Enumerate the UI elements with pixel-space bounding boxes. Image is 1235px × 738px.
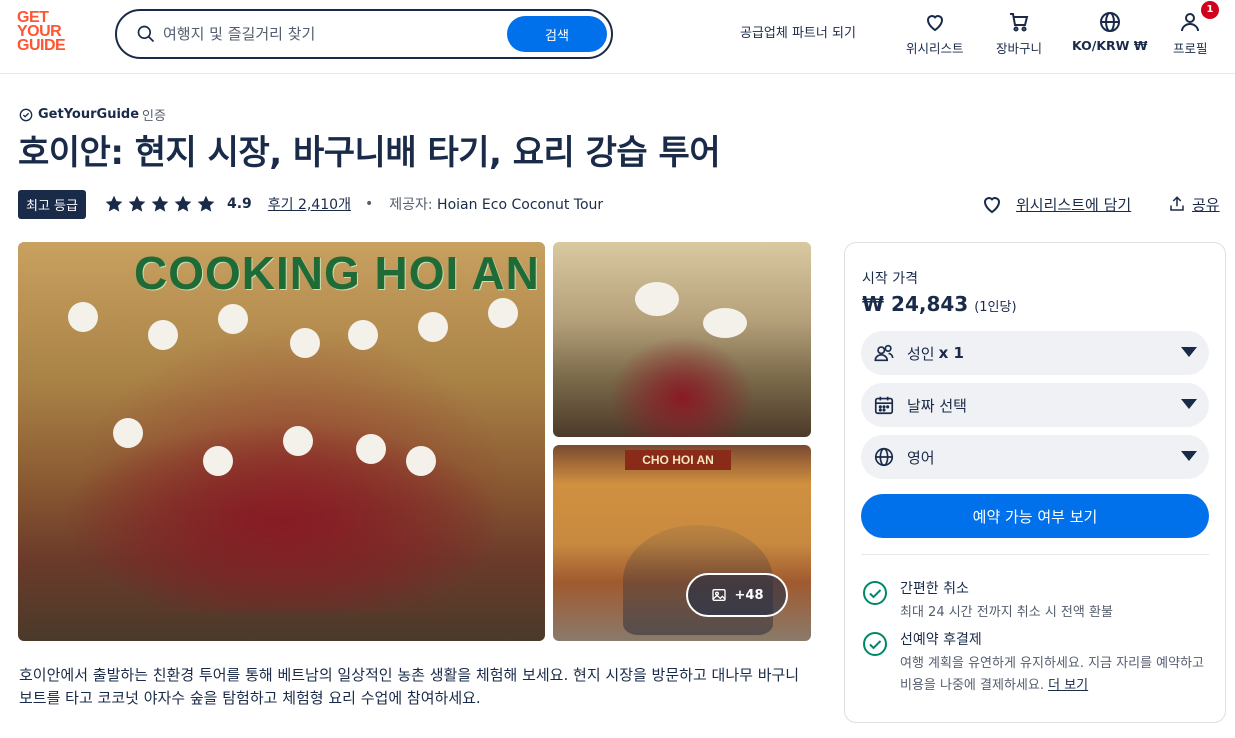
notification-badge: 1 <box>1201 1 1219 19</box>
reviews-link[interactable]: 후기 2,410개 <box>268 194 351 214</box>
price-label: 시작 가격 <box>862 271 918 287</box>
chevron-down-icon <box>1181 399 1197 409</box>
certified-label: GetYourGuide 인증 <box>19 105 166 124</box>
top-rated-badge: 최고 등급 <box>18 189 86 219</box>
star-icon <box>174 195 192 212</box>
gallery-photo-2[interactable] <box>553 242 811 437</box>
partner-link[interactable]: 공급업체 파트너 되기 <box>740 22 856 41</box>
cart-icon <box>1010 13 1029 32</box>
check-circle-icon <box>863 581 887 605</box>
activity-meta: 최고 등급 4.9 후기 2,410개 • 제공자: Hoian Eco Coc… <box>18 189 604 219</box>
calendar-icon <box>874 396 894 415</box>
chevron-down-icon <box>1181 451 1197 461</box>
chevron-down-icon <box>1181 347 1197 357</box>
participants-selector[interactable]: 성인 x 1 <box>861 331 1209 375</box>
date-selector[interactable]: 날짜 선택 <box>861 383 1209 427</box>
image-icon <box>711 589 726 601</box>
booking-panel: 시작 가격 ₩ 24,843 (1인당) 성인 x 1 날짜 선택 영어 예약 … <box>844 242 1226 723</box>
search-button[interactable]: 검색 <box>507 16 607 52</box>
more-photos-button[interactable]: +48 <box>686 573 788 617</box>
per-person-label: (1인당) <box>974 300 1017 315</box>
nav-language-currency[interactable]: KO/KRW ₩ <box>1072 10 1148 53</box>
activity-description: 호이안에서 출발하는 친환경 투어를 통해 베트남의 일상적인 농촌 생활을 체… <box>19 666 800 707</box>
star-icon <box>197 195 215 212</box>
provider: 제공자: Hoian Eco Coconut Tour <box>389 197 604 213</box>
market-sign-text: CHO HOI AN <box>625 450 731 470</box>
star-icon <box>151 195 169 212</box>
star-icon <box>128 195 146 212</box>
cooking-sign-text: COOKING HOI AN <box>134 247 540 299</box>
heart-icon <box>926 15 943 32</box>
page-title: 호이안: 현지 시장, 바구니배 타기, 요리 강습 투어 <box>18 133 721 173</box>
heart-icon <box>983 197 1001 214</box>
gallery-main-photo[interactable]: COOKING HOI AN <box>18 242 545 641</box>
free-cancellation-perk: 간편한 취소 최대 24 시간 전까지 취소 시 전액 환불 <box>862 578 1210 624</box>
getyourguide-logo[interactable]: GET YOUR GUIDE <box>17 10 77 54</box>
check-circle-icon <box>19 108 33 121</box>
top-header: GET YOUR GUIDE 검색 공급업체 파트너 되기 위시리스트 장바구니… <box>0 0 1235 74</box>
share-button[interactable]: 공유 <box>1168 190 1220 218</box>
globe-icon <box>874 447 894 467</box>
profile-icon <box>1181 13 1200 32</box>
participants-icon <box>874 344 894 362</box>
search-bar: 검색 <box>115 9 613 59</box>
separator-dot: • <box>364 196 374 212</box>
search-icon <box>137 25 155 43</box>
price-row: ₩ 24,843 (1인당) <box>862 292 1017 316</box>
language-selector[interactable]: 영어 <box>861 435 1209 479</box>
reserve-now-pay-later-perk: 선예약 후결제 여행 계획을 유연하게 유지하세요. 지금 자리를 예약하고 비… <box>862 629 1210 697</box>
nav-profile[interactable]: 1 프로필 <box>1173 1 1219 57</box>
provider-name[interactable]: Hoian Eco Coconut Tour <box>437 197 603 213</box>
share-icon <box>1170 196 1184 211</box>
globe-icon <box>1099 12 1120 32</box>
star-icon <box>105 195 123 212</box>
price: ₩ 24,843 <box>862 292 969 316</box>
check-circle-icon <box>863 632 887 656</box>
add-to-wishlist-button[interactable]: 위시리스트에 담기 <box>980 190 1131 218</box>
nav-cart[interactable]: 장바구니 <box>996 10 1042 57</box>
star-rating <box>104 194 219 214</box>
nav-wishlist[interactable]: 위시리스트 <box>906 10 964 57</box>
check-availability-button[interactable]: 예약 가능 여부 보기 <box>861 494 1209 538</box>
divider <box>861 554 1209 555</box>
search-input[interactable] <box>163 19 503 49</box>
rating-value: 4.9 <box>226 196 252 212</box>
read-more-link[interactable]: 더 보기 <box>1048 678 1088 693</box>
